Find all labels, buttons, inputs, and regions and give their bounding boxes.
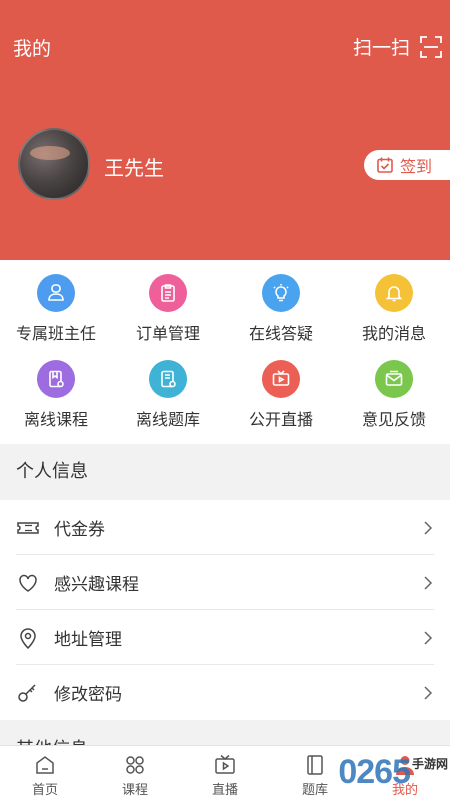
- heart-icon: [19, 574, 37, 592]
- profile-header: 我的 扫一扫 王先生 签到: [0, 0, 450, 260]
- checkin-button[interactable]: 签到: [364, 150, 450, 180]
- grid-item-offline-questions[interactable]: 离线题库: [112, 360, 224, 430]
- grid-label: 离线课程: [23, 410, 88, 429]
- personal-info-list: 代金券 感兴趣课程 地址管理 修改密码: [0, 500, 450, 720]
- key-icon: [18, 683, 36, 702]
- grid-label: 公开直播: [248, 410, 313, 429]
- grid-item-feedback[interactable]: 意见反馈: [338, 360, 450, 430]
- grid-item-orders[interactable]: 订单管理: [112, 274, 224, 344]
- tab-label: 题库: [301, 783, 328, 798]
- tab-home[interactable]: 首页: [0, 746, 90, 800]
- calendar-check-icon: [377, 157, 393, 173]
- lightbulb-icon: [262, 274, 300, 312]
- chevron-right-icon: [424, 575, 433, 590]
- tab-label: 首页: [31, 783, 58, 798]
- chevron-right-icon: [424, 630, 433, 645]
- tab-courses[interactable]: 课程: [90, 746, 180, 800]
- scan-button[interactable]: 扫一扫: [353, 33, 442, 60]
- watermark-number: 0265: [338, 753, 411, 791]
- grid-label: 专属班主任: [15, 324, 96, 343]
- tab-label: 直播: [211, 783, 238, 798]
- download-doc-icon: [149, 360, 187, 398]
- grid-label: 在线答疑: [248, 324, 313, 343]
- chevron-right-icon: [424, 520, 433, 535]
- list-label: 感兴趣课程: [54, 575, 139, 595]
- grid-icon: [126, 756, 144, 774]
- username: 王先生: [104, 156, 164, 180]
- checkin-label: 签到: [400, 157, 433, 176]
- list-item-interested-courses[interactable]: 感兴趣课程: [0, 555, 450, 610]
- scan-label: 扫一扫: [352, 37, 410, 59]
- watermark-text: 手游网: [411, 757, 448, 771]
- tv-icon: [215, 754, 235, 774]
- grid-label: 订单管理: [135, 324, 200, 343]
- chevron-right-icon: [424, 685, 433, 700]
- list-item-coupon[interactable]: 代金券: [0, 500, 450, 555]
- grid-item-offline-courses[interactable]: 离线课程: [0, 360, 112, 430]
- grid-label: 我的消息: [361, 324, 426, 343]
- clipboard-icon: [149, 274, 187, 312]
- list-item-change-password[interactable]: 修改密码: [0, 665, 450, 720]
- grid-label: 意见反馈: [361, 410, 426, 429]
- bell-icon: [375, 274, 413, 312]
- live-tv-icon: [262, 360, 300, 398]
- grid-item-qa[interactable]: 在线答疑: [225, 274, 337, 344]
- coupon-icon: [17, 521, 39, 534]
- site-watermark: 0265 手游网: [338, 753, 448, 792]
- location-pin-icon: [20, 627, 36, 649]
- avatar[interactable]: [18, 128, 90, 200]
- tab-live[interactable]: 直播: [180, 746, 270, 800]
- advisor-icon: [37, 274, 75, 312]
- envelope-icon: [375, 360, 413, 398]
- grid-label: 离线题库: [135, 410, 200, 429]
- grid-item-live[interactable]: 公开直播: [225, 360, 337, 430]
- tab-label: 课程: [121, 783, 148, 798]
- grid-item-advisor[interactable]: 专属班主任: [0, 274, 112, 344]
- download-book-icon: [37, 360, 75, 398]
- list-label: 地址管理: [54, 630, 122, 650]
- list-item-address[interactable]: 地址管理: [0, 610, 450, 665]
- section-title-personal: 个人信息: [0, 444, 450, 500]
- page-title: 我的: [13, 38, 52, 60]
- scan-icon: [420, 35, 442, 58]
- function-grid: 专属班主任 订单管理 在线答疑 我的消息 离线课程 离线题库 公开直播 意见反馈: [0, 260, 450, 444]
- home-icon: [36, 756, 54, 774]
- book-icon: [307, 755, 323, 775]
- list-label: 代金券: [54, 520, 105, 540]
- list-label: 修改密码: [54, 685, 122, 705]
- grid-item-messages[interactable]: 我的消息: [338, 274, 450, 344]
